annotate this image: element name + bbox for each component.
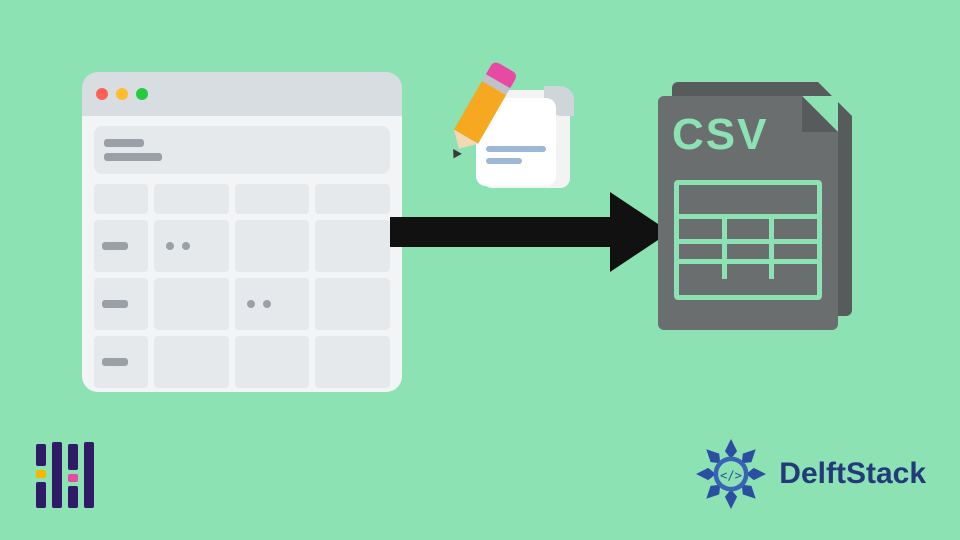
cell: [154, 220, 229, 272]
csv-front-page: CSV: [658, 96, 838, 330]
svg-text:</>: </>: [720, 468, 742, 482]
cell: [235, 278, 310, 330]
logo-column: [68, 444, 78, 508]
spreadsheet-body: [82, 116, 402, 392]
csv-cell: [679, 219, 722, 239]
csv-file-icon: CSV: [658, 82, 858, 332]
csv-cell: [769, 219, 817, 239]
csv-cell: [679, 244, 722, 259]
placeholder-line: [104, 153, 162, 161]
cell: [235, 220, 310, 272]
csv-cell: [769, 244, 817, 259]
csv-table-icon: [674, 180, 822, 300]
column-header: [315, 184, 390, 214]
logo-segment: [84, 442, 94, 508]
logo-segment: [68, 486, 78, 508]
csv-table-row: [679, 239, 817, 259]
cell: [235, 336, 310, 388]
row-header: [94, 278, 148, 330]
page-fold-icon: [802, 96, 838, 132]
logo-segment: [68, 474, 78, 482]
row-header: [94, 220, 148, 272]
row-header: [94, 336, 148, 388]
delftstack-brand: </> DelftStack: [693, 436, 926, 512]
csv-cell: [722, 219, 770, 239]
grid-corner: [94, 184, 148, 214]
csv-table-row: [679, 259, 817, 279]
spreadsheet-grid: [94, 184, 390, 388]
csv-cell: [769, 264, 817, 279]
logo-segment: [52, 442, 62, 508]
csv-label: CSV: [672, 110, 768, 160]
placeholder-line: [486, 158, 522, 164]
logo-column: [84, 442, 94, 508]
logo-column: [36, 444, 46, 508]
cell: [154, 336, 229, 388]
cell: [315, 336, 390, 388]
logo-column: [52, 442, 62, 508]
csv-cell: [679, 264, 722, 279]
traffic-light-zoom-icon: [136, 88, 148, 100]
pencil-tip: [449, 149, 462, 161]
column-header: [154, 184, 229, 214]
csv-table-head: [679, 185, 817, 219]
cell: [315, 278, 390, 330]
delftstack-logo-icon: </>: [693, 436, 769, 512]
cell: [315, 220, 390, 272]
column-header: [235, 184, 310, 214]
arrow-right-icon: [390, 200, 680, 264]
csv-table-row: [679, 219, 817, 239]
logo-segment: [36, 470, 46, 478]
pandas-logo-icon: [36, 436, 98, 508]
window-titlebar: [82, 72, 402, 116]
csv-cell: [722, 264, 770, 279]
placeholder-line: [486, 146, 546, 152]
arrow-shaft: [390, 217, 610, 247]
placeholder-line: [104, 139, 144, 147]
csv-cell: [722, 244, 770, 259]
traffic-light-minimize-icon: [116, 88, 128, 100]
traffic-light-close-icon: [96, 88, 108, 100]
spreadsheet-window-icon: [82, 72, 402, 392]
logo-segment: [36, 482, 46, 508]
logo-segment: [68, 444, 78, 470]
logo-segment: [36, 444, 46, 466]
formula-bar-icon: [94, 126, 390, 174]
brand-text: DelftStack: [779, 457, 926, 491]
cell: [154, 278, 229, 330]
